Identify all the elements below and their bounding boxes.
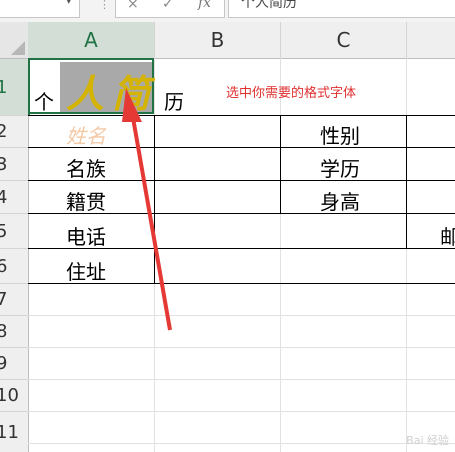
formula-input[interactable]: 个人简历	[228, 0, 455, 18]
cancel-icon[interactable]: ×	[127, 0, 139, 12]
formula-bar-separator: ⋮	[99, 0, 110, 11]
pointer-arrow-icon	[122, 88, 172, 331]
name-box-dropdown-icon[interactable]: ▾	[66, 0, 72, 7]
formula-content: 个人简历	[241, 0, 297, 11]
worksheet-grid: A B C 1 2 3 4 5 6 7 8 9 10 11 个 人 简 历 选中…	[0, 22, 455, 452]
insert-function-icon[interactable]: fx	[198, 0, 211, 11]
watermark-logo: Bai 经验	[406, 434, 449, 447]
formula-bar: ▾ ⋮ × ✓ fx 个人简历	[0, 0, 455, 23]
enter-icon[interactable]: ✓	[162, 0, 174, 12]
